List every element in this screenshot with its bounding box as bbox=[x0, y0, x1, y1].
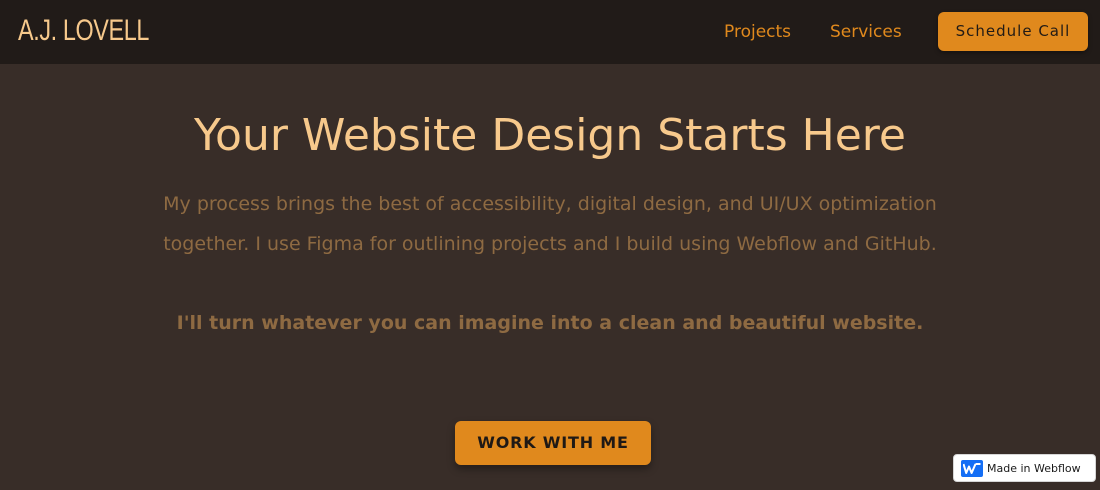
work-with-me-button[interactable]: WORK WITH ME bbox=[455, 421, 651, 465]
nav-link-services[interactable]: Services bbox=[830, 20, 902, 44]
hero-title: Your Website Design Starts Here bbox=[194, 110, 906, 161]
made-in-webflow-badge[interactable]: Made in Webflow bbox=[953, 454, 1096, 482]
webflow-logo-icon bbox=[961, 460, 983, 477]
navbar: A.J. LOVELL Projects Services Schedule C… bbox=[0, 0, 1100, 64]
site-logo[interactable]: A.J. LOVELL bbox=[18, 13, 149, 49]
hero-description: My process brings the best of accessibil… bbox=[163, 193, 937, 255]
hero-section: Your Website Design Starts Here My proce… bbox=[0, 64, 1100, 490]
hero-tagline: I'll turn whatever you can imagine into … bbox=[176, 312, 924, 334]
nav-link-projects[interactable]: Projects bbox=[724, 20, 791, 44]
schedule-call-button[interactable]: Schedule Call bbox=[938, 12, 1088, 51]
badge-label: Made in Webflow bbox=[987, 462, 1081, 475]
